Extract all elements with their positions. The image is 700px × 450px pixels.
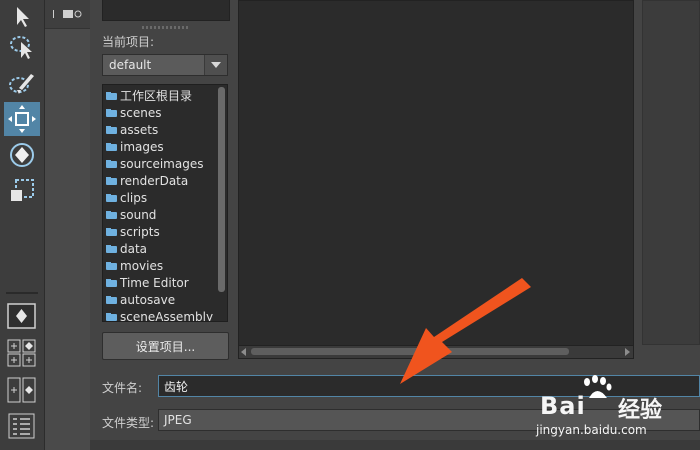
current-project-label: 当前项目: [102,35,155,49]
folder-name: sound [120,207,157,222]
folder-name: movies [120,258,164,273]
folder-icon [106,210,117,219]
move-tool-button[interactable] [4,102,40,136]
single-pane-layout-button[interactable] [6,302,38,330]
watermark-url: jingyan.baidu.com [536,423,647,437]
shelf-separator [6,292,38,294]
folder-icon [106,312,117,321]
four-pane-layout-button[interactable] [6,338,38,367]
folder-list-item[interactable]: autosave [106,291,175,308]
two-pane-icon [7,377,36,403]
panel-toolbar-icons [53,10,82,18]
folder-list-item[interactable]: clips [106,189,147,206]
folder-name: images [120,139,164,154]
watermark-brand: Bai [540,392,586,420]
outliner-layout-button[interactable] [6,412,38,440]
select-tool-button[interactable] [4,0,40,34]
splitter-grip[interactable] [142,26,188,29]
folder-icon [106,91,117,100]
folder-name: sceneAssembly [120,309,214,322]
folder-list-item[interactable]: scenes [106,104,161,121]
folder-name: data [120,241,148,256]
rotate-tool-button[interactable] [4,138,40,172]
lasso-tool-button[interactable] [4,30,40,64]
viewport-strip [45,0,90,450]
folder-icon [106,193,117,202]
scroll-left-icon[interactable] [241,348,246,356]
set-project-button[interactable]: 设置项目... [102,332,229,360]
four-pane-icon [7,339,36,367]
paint-select-tool-button[interactable] [4,66,40,100]
folder-icon [106,108,117,117]
folder-icon [106,176,117,185]
folder-list-item[interactable]: sound [106,206,156,223]
folder-name: scripts [120,224,160,239]
project-folder-list: 工作区根目录 scenes assets images sourceimages rend… [102,84,228,322]
filetype-label: 文件类型: [102,416,155,430]
folder-list-item[interactable]: 工作区根目录 [106,87,192,104]
rotate-icon [10,143,34,167]
scale-icon [11,179,34,201]
scale-tool-button[interactable] [4,174,40,208]
folder-list-item[interactable]: images [106,138,164,155]
folder-name: Time Editor [120,275,189,290]
folder-icon [106,125,117,134]
brush-icon [9,74,34,94]
folder-name: scenes [120,105,162,120]
folder-list-scroll-thumb[interactable] [218,87,225,292]
tool-shelf [0,0,45,450]
folder-list-item[interactable]: sourceimages [106,155,203,172]
folder-icon [106,261,117,270]
preview-panel [102,0,230,21]
outliner-icon [8,413,35,439]
project-dropdown[interactable]: default [102,54,228,76]
folder-list-item[interactable]: data [106,240,147,257]
watermark-jingyan: 经验 [618,398,663,423]
move-arrows-icon [8,105,36,133]
folder-list-item[interactable]: renderData [106,172,188,189]
folder-name: autosave [120,292,176,307]
folder-list-item[interactable]: Time Editor [106,274,189,291]
annotation-arrow-icon [400,278,531,384]
folder-name: assets [120,122,159,137]
single-pane-icon [7,303,36,329]
chevron-down-icon[interactable] [204,55,227,75]
dialog-footer [90,440,700,450]
lasso-icon [10,36,32,59]
folder-icon [106,278,117,287]
folder-icon [106,227,117,236]
folder-icon [106,244,117,253]
folder-name: 工作区根目录 [120,89,193,103]
folder-list-item[interactable]: sceneAssembly [106,308,214,322]
folder-icon [106,295,117,304]
folder-name: sourceimages [120,156,204,171]
folder-list-item[interactable]: assets [106,121,158,138]
folder-list-item[interactable]: movies [106,257,163,274]
panel-toolbar [45,0,90,29]
two-pane-layout-button[interactable] [6,376,38,404]
project-dropdown-value: default [109,58,152,72]
folder-icon [106,142,117,151]
filetype-dropdown-value: JPEG [164,413,192,427]
folder-list-item[interactable]: scripts [106,223,160,240]
arrow-cursor-icon [17,7,29,27]
folder-icon [106,159,117,168]
scroll-right-icon[interactable] [625,348,630,356]
folder-name: clips [120,190,148,205]
filename-label: 文件名: [102,381,143,395]
folder-name: renderData [120,173,189,188]
options-panel [642,0,700,345]
